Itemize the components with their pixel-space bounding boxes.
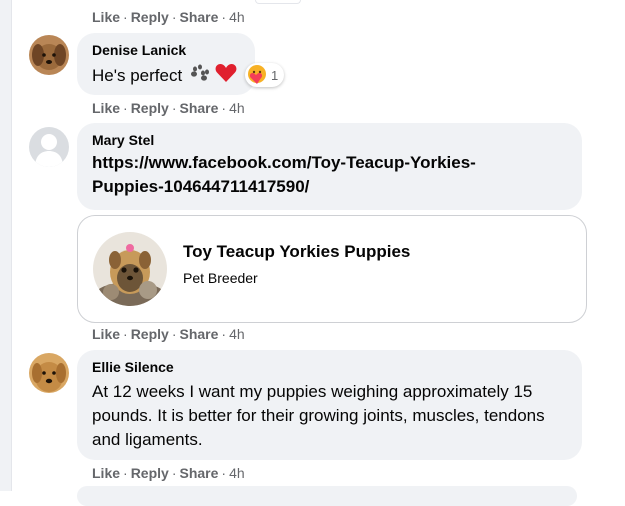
commenter-name[interactable]: Denise Lanick [92, 41, 186, 59]
reply-link[interactable]: Reply [131, 9, 169, 25]
reaction-count: 1 [271, 67, 279, 83]
comment-actions: Like · Reply · Share · 4h [92, 99, 245, 117]
separator: · [221, 9, 227, 25]
page-avatar [93, 232, 167, 306]
page-category: Pet Breeder [183, 270, 258, 286]
comment-bubble: Mary Stel https://www.facebook.com/Toy-T… [77, 123, 582, 210]
commenter-name[interactable]: Mary Stel [92, 131, 154, 149]
share-link[interactable]: Share [179, 9, 218, 25]
avatar[interactable] [29, 35, 69, 75]
comment-link[interactable]: https://www.facebook.com/Toy-Teacup-York… [92, 151, 522, 199]
share-link[interactable]: Share [179, 100, 218, 116]
share-link[interactable]: Share [179, 465, 218, 481]
separator: · [123, 326, 128, 342]
like-link[interactable]: Like [92, 465, 120, 481]
separator: · [171, 465, 177, 481]
comment-actions: Like · Reply · Share · 4h [92, 325, 245, 343]
timestamp[interactable]: 4h [229, 326, 245, 342]
like-link[interactable]: Like [92, 100, 120, 116]
link-preview-card[interactable]: Toy Teacup Yorkies Puppies Pet Breeder [77, 215, 587, 323]
comment-body: He's perfect [92, 65, 183, 85]
comment-bubble: Denise Lanick He's perfect [77, 33, 255, 95]
like-link[interactable]: Like [92, 9, 120, 25]
commenter-name[interactable]: Ellie Silence [92, 358, 174, 376]
reaction-summary[interactable]: 1 [245, 63, 285, 87]
comment-actions: Like · Reply · Share · 4h [92, 464, 245, 482]
reply-link[interactable]: Reply [131, 100, 169, 116]
red-heart-icon [215, 63, 237, 90]
next-comment-bubble [77, 486, 577, 506]
separator: · [221, 326, 227, 342]
comment-text: At 12 weeks I want my puppies weighing a… [92, 382, 545, 449]
reply-link[interactable]: Reply [131, 465, 169, 481]
left-rail [0, 0, 12, 491]
share-link[interactable]: Share [179, 326, 218, 342]
paw-prints-icon [190, 64, 210, 89]
avatar[interactable] [29, 353, 69, 393]
separator: · [221, 465, 227, 481]
avatar[interactable] [29, 127, 69, 167]
comment-text: He's perfect [92, 63, 237, 90]
separator: · [171, 100, 177, 116]
page-title[interactable]: Toy Teacup Yorkies Puppies [183, 242, 410, 262]
reply-link[interactable]: Reply [131, 326, 169, 342]
separator: · [123, 9, 128, 25]
separator: · [123, 100, 128, 116]
separator: · [221, 100, 227, 116]
comment-bubble: Ellie Silence At 12 weeks I want my pupp… [77, 350, 582, 460]
timestamp[interactable]: 4h [229, 9, 245, 25]
timestamp[interactable]: 4h [229, 465, 245, 481]
comment-actions: Like · Reply · Share · 4h [92, 8, 245, 26]
like-link[interactable]: Like [92, 326, 120, 342]
previous-bubble-edge [255, 0, 301, 4]
separator: · [123, 465, 128, 481]
care-reaction-icon [247, 64, 267, 87]
timestamp[interactable]: 4h [229, 100, 245, 116]
separator: · [171, 9, 177, 25]
separator: · [171, 326, 177, 342]
